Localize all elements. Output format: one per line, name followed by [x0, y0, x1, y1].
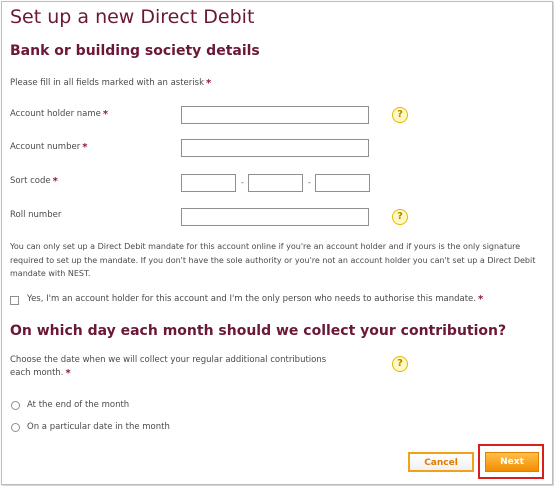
account-holder-name-help-icon[interactable]: ? [392, 107, 408, 123]
mandate-info-text: You can only set up a Direct Debit manda… [10, 242, 536, 278]
end-of-month-label: At the end of the month [27, 400, 130, 410]
bank-section-heading: Bank or building society details [10, 43, 260, 59]
collection-help-icon[interactable]: ? [392, 356, 408, 372]
confirm-account-holder-text: Yes, I'm an account holder for this acco… [27, 294, 476, 304]
particular-date-radio[interactable] [11, 423, 20, 432]
sort-code-part3-input[interactable] [315, 174, 370, 192]
roll-number-label-text: Roll number [10, 210, 62, 220]
account-holder-name-input[interactable] [181, 106, 369, 124]
account-holder-name-label-text: Account holder name [10, 109, 101, 119]
collection-instruction: Choose the date when we will collect you… [10, 354, 345, 380]
roll-number-label: Roll number [10, 210, 61, 220]
confirm-account-holder-label: Yes, I'm an account holder for this acco… [27, 294, 483, 305]
sort-code-part1-input[interactable] [181, 174, 236, 192]
account-number-label-text: Account number [10, 142, 81, 152]
roll-number-input[interactable] [181, 208, 369, 226]
required-asterisk: * [102, 109, 109, 120]
sort-code-part2-input[interactable] [248, 174, 303, 192]
sort-code-label: Sort code * [10, 176, 58, 187]
particular-date-label: On a particular date in the month [27, 422, 170, 432]
required-asterisk: * [477, 294, 484, 305]
sort-code-separator: - [308, 178, 311, 187]
cancel-button[interactable]: Cancel [408, 452, 474, 472]
page-title: Set up a new Direct Debit [10, 6, 255, 28]
required-asterisk: * [82, 142, 88, 153]
form-panel: Set up a new Direct Debit Bank or buildi… [1, 1, 553, 485]
end-of-month-radio[interactable] [11, 401, 20, 410]
required-instruction-text: Please fill in all fields marked with an… [10, 78, 204, 88]
account-number-label: Account number * [10, 142, 87, 153]
required-asterisk: * [206, 78, 212, 89]
next-button[interactable]: Next [485, 452, 539, 472]
required-instruction: Please fill in all fields marked with an… [10, 78, 211, 89]
collection-section-heading: On which day each month should we collec… [10, 323, 507, 339]
account-holder-name-label: Account holder name * [10, 109, 108, 120]
sort-code-label-text: Sort code [10, 176, 51, 186]
sort-code-separator: - [241, 178, 244, 187]
account-number-input[interactable] [181, 139, 369, 157]
roll-number-help-icon[interactable]: ? [392, 209, 408, 225]
confirm-account-holder-checkbox[interactable] [10, 296, 19, 305]
required-asterisk: * [65, 368, 71, 379]
collection-instruction-text: Choose the date when we will collect you… [10, 355, 327, 378]
required-asterisk: * [52, 176, 58, 187]
